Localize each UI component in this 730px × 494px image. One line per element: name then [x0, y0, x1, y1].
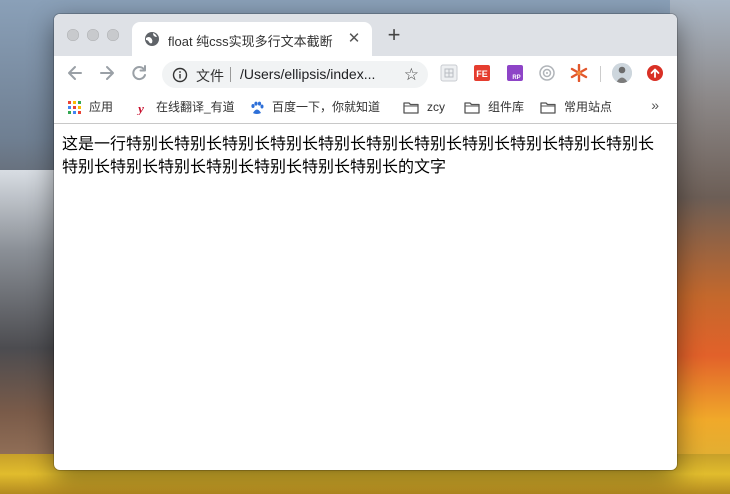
svg-text:FE: FE — [476, 69, 488, 79]
bookmark-label: zcy — [427, 100, 445, 114]
profile-avatar[interactable] — [612, 63, 632, 83]
tab-strip: float 纯css实现多行文本截断 ✕ + — [54, 14, 677, 56]
desktop-wallpaper-right — [670, 0, 730, 494]
page-body-text: 这是一行特别长特别长特别长特别长特别长特别长特别长特别长特别长特别长特别长特别长… — [62, 134, 655, 176]
svg-text:y: y — [136, 101, 144, 115]
tab-title: float 纯css实现多行文本截断 — [168, 34, 333, 49]
youdao-icon: y — [136, 101, 144, 115]
svg-text:RP: RP — [512, 75, 520, 81]
bookmark-baidu[interactable]: 百度一下，你就知道 — [250, 99, 380, 115]
globe-icon — [145, 32, 159, 46]
toolbar-divider — [600, 66, 601, 82]
address-bar[interactable]: 文件 /Users/ellipsis/index... ☆ — [162, 61, 428, 88]
folder-icon — [540, 102, 556, 114]
bookmark-folder-zcy[interactable]: zcy — [403, 99, 445, 115]
baidu-paw-icon — [251, 101, 264, 114]
asterisk-extension-icon[interactable] — [570, 64, 588, 82]
apps-grid-icon — [68, 101, 81, 115]
folder-icon — [403, 102, 419, 114]
folder-icon — [464, 102, 480, 114]
extension-grid-icon[interactable] — [440, 64, 458, 82]
bookmark-folder-components[interactable]: 组件库 — [464, 99, 524, 115]
bookmark-label: 应用 — [89, 100, 114, 114]
url-scheme-label: 文件 — [196, 68, 224, 84]
bookmark-star-icon[interactable]: ☆ — [404, 65, 419, 85]
profile-avatar-icon — [612, 63, 632, 83]
reload-icon[interactable] — [128, 62, 150, 84]
target-extension-icon[interactable] — [538, 64, 556, 82]
bookmark-youdao[interactable]: y 在线翻译_有道 — [134, 99, 235, 115]
window-close-button[interactable] — [67, 29, 79, 41]
rp-extension-icon[interactable]: RP — [506, 64, 524, 82]
bookmark-apps[interactable]: 应用 — [68, 99, 113, 115]
bookmark-label: 常用站点 — [564, 100, 613, 114]
info-icon[interactable] — [172, 67, 188, 83]
url-text[interactable]: /Users/ellipsis/index... — [240, 66, 396, 82]
bookmark-label: 在线翻译_有道 — [156, 100, 235, 114]
browser-window: float 纯css实现多行文本截断 ✕ + 文件 /Users/ellipsi… — [54, 14, 677, 470]
new-tab-button[interactable]: + — [383, 24, 405, 46]
url-divider — [230, 67, 231, 82]
bookmark-folder-sites[interactable]: 常用站点 — [540, 99, 612, 115]
bookmarks-bar: 应用 y 在线翻译_有道 百度一下，你就知道 zcy 组件库 常用站点 » — [54, 92, 677, 124]
bookmarks-overflow-button[interactable]: » — [651, 97, 659, 113]
window-minimize-button[interactable] — [87, 29, 99, 41]
fe-extension-icon[interactable]: FE — [473, 64, 491, 82]
tab-close-icon[interactable]: ✕ — [346, 29, 362, 47]
bookmark-label: 百度一下，你就知道 — [272, 100, 381, 114]
bookmark-label: 组件库 — [488, 100, 525, 114]
window-maximize-button[interactable] — [107, 29, 119, 41]
active-tab[interactable]: float 纯css实现多行文本截断 ✕ — [132, 22, 372, 56]
update-arrow-icon[interactable] — [646, 64, 664, 82]
forward-arrow-icon[interactable] — [96, 62, 118, 84]
back-arrow-icon[interactable] — [64, 62, 86, 84]
browser-toolbar: 文件 /Users/ellipsis/index... ☆ FE RP — [54, 56, 677, 92]
